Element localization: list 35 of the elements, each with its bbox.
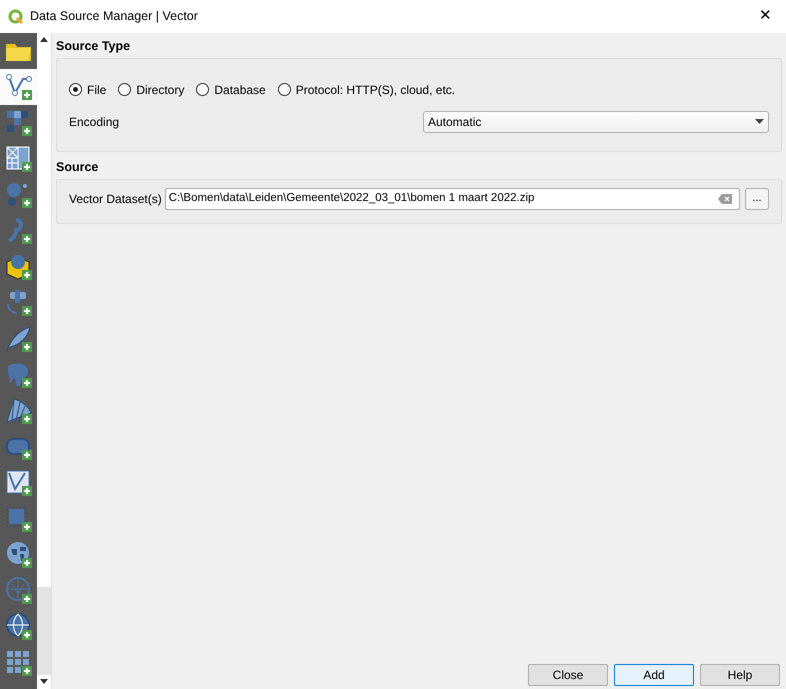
feather-icon	[4, 324, 34, 354]
browse-button[interactable]: ...	[745, 188, 769, 210]
radio-button[interactable]	[196, 83, 210, 96]
dialog-button[interactable]: Add	[614, 664, 694, 686]
section-title: Source	[56, 158, 100, 176]
radio-label[interactable]: Directory	[136, 80, 184, 99]
window-title: Data Source Manager | Vector	[30, 8, 198, 26]
network-globe-icon	[4, 576, 34, 606]
scroll-up-icon[interactable]	[40, 37, 48, 42]
vector-layer-icon	[4, 468, 34, 498]
dialog-button[interactable]: Help	[700, 664, 780, 686]
sidebar-item[interactable]	[0, 69, 37, 105]
vector-icon	[4, 72, 34, 102]
dataset-path-field[interactable]: C:\Bomen\data\Leiden\Gemeente\2022_03_01\bomen 1 maart 2022.zip	[164, 188, 740, 210]
section-title: Source Type	[56, 38, 132, 55]
globe-box-icon	[4, 252, 34, 282]
dialog-button[interactable]: Close	[528, 664, 608, 686]
app-logo-icon	[8, 8, 24, 24]
radio-button[interactable]	[69, 83, 82, 96]
scroll-down-icon[interactable]	[40, 679, 48, 684]
sail-icon	[4, 396, 34, 426]
radio-button[interactable]	[118, 83, 132, 96]
encoding-label: Encoding	[69, 114, 120, 131]
radio-label[interactable]: Protocol: HTTP(S), cloud, etc.	[296, 80, 456, 99]
mesh-icon	[4, 144, 34, 174]
dataset-label: Vector Dataset(s)	[69, 190, 162, 208]
square-icon	[4, 504, 34, 534]
globe-icon	[4, 612, 34, 642]
close-button[interactable]: ✕	[753, 5, 778, 28]
clear-icon[interactable]	[718, 194, 732, 204]
radio-button[interactable]	[278, 83, 291, 96]
encoding-dropdown[interactable]: Automatic	[423, 110, 769, 133]
dropdown-caret-icon	[755, 119, 764, 124]
radio-label[interactable]: File	[87, 80, 106, 99]
radio-label[interactable]: Database	[214, 80, 266, 99]
